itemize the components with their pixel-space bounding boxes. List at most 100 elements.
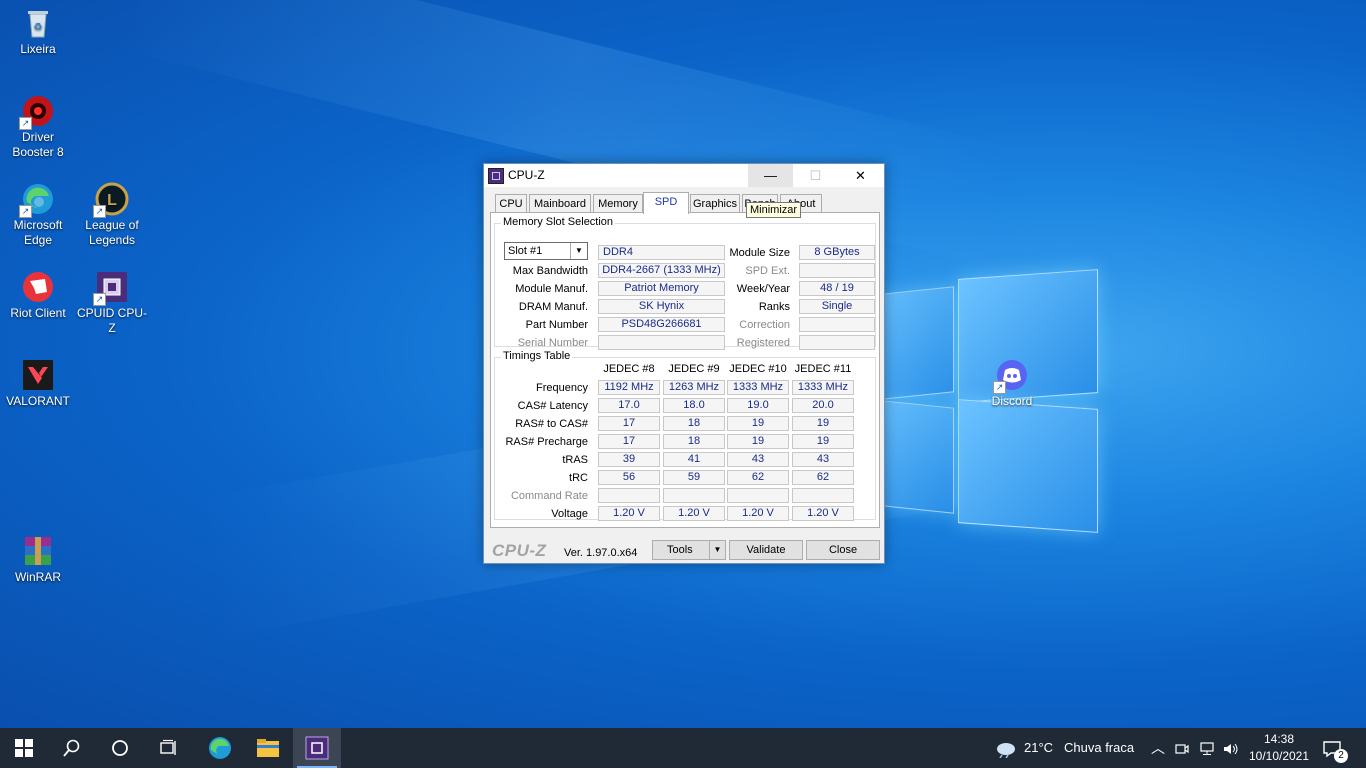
windows-logo-pane — [882, 286, 954, 400]
chevron-down-icon: ▼ — [570, 243, 587, 259]
timings-group: Timings Table JEDEC #8 JEDEC #9 JEDEC #10 J… — [494, 350, 876, 521]
timings-cell: 19 — [727, 434, 789, 449]
cpuz-icon — [305, 736, 329, 760]
timings-cell: 1192 MHz — [598, 380, 660, 395]
close-button[interactable]: Close — [806, 540, 880, 560]
taskbar-edge[interactable] — [196, 728, 244, 768]
memory-slot-group: Memory Slot Selection Slot #1 ▼ DDR4 Mod… — [494, 216, 876, 350]
tools-button-label: Tools — [667, 544, 693, 556]
registered-label: Registered — [736, 337, 790, 349]
desktop-icon-valorant[interactable]: VALORANT — [0, 358, 76, 409]
cortana-button[interactable] — [96, 728, 144, 768]
start-button[interactable] — [0, 728, 48, 768]
meet-now-icon[interactable] — [1175, 728, 1189, 768]
timings-row-label: CAS# Latency — [517, 400, 588, 412]
desktop-icon-label: League of Legends — [85, 218, 139, 247]
serial-number-label: Serial Number — [517, 337, 588, 349]
timings-cell: 1333 MHz — [727, 380, 789, 395]
registered-value — [799, 335, 875, 350]
timings-row-label: RAS# to CAS# — [515, 418, 588, 430]
search-button[interactable] — [48, 728, 96, 768]
desktop-icon-riot-client[interactable]: Riot Client — [0, 270, 76, 321]
serial-number-value — [598, 335, 725, 350]
desktop-icon-edge[interactable]: ↗ Microsoft Edge — [0, 182, 76, 248]
timings-cell: 1333 MHz — [792, 380, 854, 395]
tools-button[interactable]: Tools ▼ — [652, 540, 726, 560]
max-bandwidth-value: DDR4-2667 (1333 MHz) — [598, 263, 725, 278]
minimize-button[interactable]: — — [748, 164, 793, 187]
clock-date: 10/10/2021 — [1248, 749, 1310, 763]
timings-cell: 17.0 — [598, 398, 660, 413]
ranks-label: Ranks — [758, 301, 790, 313]
windows-logo-pane — [882, 400, 954, 514]
notifications-button[interactable]: 2 — [1322, 728, 1352, 768]
valorant-icon — [21, 358, 55, 392]
edge-icon — [209, 737, 231, 759]
title-bar[interactable]: CPU-Z — ☐ ✕ — [484, 164, 884, 187]
riot-client-icon — [21, 270, 55, 304]
taskbar-file-explorer[interactable] — [244, 728, 292, 768]
timings-cell: 43 — [727, 452, 789, 467]
tab-graphics[interactable]: Graphics — [690, 194, 740, 213]
cpuz-icon: ↗ — [93, 270, 129, 306]
network-icon[interactable] — [1199, 728, 1215, 768]
close-window-button[interactable]: ✕ — [838, 164, 883, 187]
part-number-label: Part Number — [525, 319, 588, 331]
timings-cell: 18 — [663, 416, 725, 431]
desktop-icon-label: Driver Booster 8 — [12, 130, 64, 159]
timings-cell: 19 — [792, 416, 854, 431]
weather-widget[interactable] — [994, 728, 1018, 768]
validate-button[interactable]: Validate — [729, 540, 803, 560]
desktop-icon-discord[interactable]: ↗ Discord — [974, 358, 1050, 409]
desktop-icon-league-of-legends[interactable]: L ↗ League of Legends — [74, 182, 150, 248]
timings-cell: 19 — [792, 434, 854, 449]
desktop-icon-cpuz[interactable]: ↗ CPUID CPU-Z — [74, 270, 150, 336]
window-title: CPU-Z — [508, 168, 545, 182]
clock[interactable]: 14:38 10/10/2021 — [1245, 731, 1313, 765]
notification-count: 2 — [1334, 749, 1348, 763]
desktop-icon-winrar[interactable]: WinRAR — [0, 534, 76, 585]
timings-row-label: RAS# Precharge — [505, 436, 588, 448]
shortcut-arrow-icon: ↗ — [993, 381, 1006, 394]
cpuz-app-icon — [488, 168, 504, 184]
volume-icon[interactable] — [1222, 728, 1240, 768]
timings-cell: 41 — [663, 452, 725, 467]
timings-row-label: tRC — [569, 472, 588, 484]
task-view-icon — [160, 739, 176, 755]
tab-memory[interactable]: Memory — [593, 194, 643, 213]
shortcut-arrow-icon: ↗ — [93, 205, 106, 218]
timings-cell: 17 — [598, 416, 660, 431]
desktop-icon-label: Lixeira — [20, 42, 56, 56]
tab-spd[interactable]: SPD — [643, 192, 689, 214]
desktop-icon-label: WinRAR — [14, 570, 61, 584]
chevron-down-icon[interactable]: ▼ — [709, 541, 725, 559]
timings-cell — [598, 488, 660, 503]
cpuz-brand-logo: CPU-Z — [492, 541, 547, 560]
footer-bar: CPU-Z Ver. 1.97.0.x64 Tools ▼ Validate C… — [484, 536, 884, 563]
desktop-icon-label: VALORANT — [6, 394, 70, 408]
shortcut-arrow-icon: ↗ — [19, 205, 32, 218]
timings-cell: 20.0 — [792, 398, 854, 413]
shortcut-arrow-icon: ↗ — [19, 117, 32, 130]
tab-cpu[interactable]: CPU — [495, 194, 527, 213]
timings-cell: 39 — [598, 452, 660, 467]
slot-select[interactable]: Slot #1 ▼ — [504, 242, 588, 260]
tab-mainboard[interactable]: Mainboard — [529, 194, 591, 213]
weather-description: Chuva fraca — [1064, 740, 1135, 755]
desktop-icon-lixeira[interactable]: ♻ Lixeira — [0, 6, 76, 57]
ranks-value: Single — [799, 299, 875, 314]
part-number-value: PSD48G266681 — [598, 317, 725, 332]
timings-cell: 17 — [598, 434, 660, 449]
timings-column-header: JEDEC #10 — [729, 363, 787, 375]
timings-row-label: Voltage — [551, 508, 588, 520]
correction-label: Correction — [739, 319, 790, 331]
group-title: Memory Slot Selection — [501, 216, 616, 228]
spd-panel: Memory Slot Selection Slot #1 ▼ DDR4 Mod… — [490, 212, 880, 528]
timings-cell — [663, 488, 725, 503]
maximize-button[interactable]: ☐ — [793, 164, 838, 187]
desktop-icon-driver-booster[interactable]: ↗ Driver Booster 8 — [0, 94, 76, 160]
taskbar-cpuz[interactable] — [293, 728, 341, 768]
timings-cell: 59 — [663, 470, 725, 485]
chevron-up-icon[interactable]: ︿ — [1151, 728, 1165, 768]
task-view-button[interactable] — [144, 728, 192, 768]
